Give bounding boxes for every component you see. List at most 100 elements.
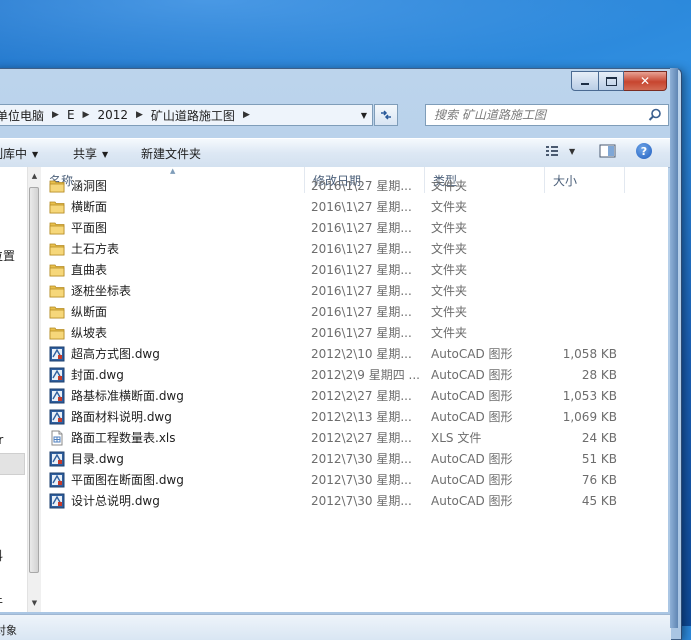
status-bar: 对象 — [0, 614, 671, 640]
file-row[interactable]: 路面材料说明.dwg 2012\2\13 星期... AutoCAD 图形 1,… — [41, 406, 668, 427]
breadcrumb-current-folder[interactable]: 矿山道路施工图 — [147, 107, 239, 124]
file-row[interactable]: 目录.dwg 2012\7\30 星期... AutoCAD 图形 51 KB — [41, 448, 668, 469]
chevron-down-icon[interactable]: ▼ — [569, 147, 575, 156]
file-date: 2016\1\27 星期... — [311, 263, 412, 277]
file-type: AutoCAD 图形 — [431, 452, 513, 466]
file-row[interactable]: 逐桩坐标表 2016\1\27 星期... 文件夹 — [41, 280, 668, 301]
file-size — [546, 303, 617, 320]
file-name-cell[interactable]: 路面材料说明.dwg — [49, 408, 172, 425]
file-name-cell[interactable]: 平面图在断面图.dwg — [49, 471, 184, 488]
file-row[interactable]: 设计总说明.dwg 2012\7\30 星期... AutoCAD 图形 45 … — [41, 490, 668, 511]
search-icon[interactable] — [648, 108, 662, 122]
address-bar[interactable]: 单位电脑 ▶ E ▶ 2012 ▶ 矿山道路施工图 ▶ ▼ — [0, 104, 373, 126]
file-date: 2016\1\27 星期... — [311, 305, 412, 319]
refresh-button[interactable] — [374, 104, 398, 126]
search-input[interactable] — [432, 107, 646, 123]
include-in-library-button[interactable]: 制库中 ▼ — [0, 145, 38, 162]
file-name-cell[interactable]: 封面.dwg — [49, 366, 124, 383]
folder-icon — [49, 220, 65, 236]
file-row[interactable]: 路基标准横断面.dwg 2012\2\27 星期... AutoCAD 图形 1… — [41, 385, 668, 406]
file-date: 2016\1\27 星期... — [311, 242, 412, 256]
share-button[interactable]: 共享 ▼ — [73, 145, 108, 162]
file-name-cell[interactable]: 路基标准横断面.dwg — [49, 387, 184, 404]
breadcrumb-separator-icon[interactable]: ▶ — [239, 110, 254, 120]
file-name-cell[interactable]: 设计总说明.dwg — [49, 492, 160, 509]
address-dropdown-icon[interactable]: ▼ — [356, 105, 372, 125]
file-name-cell[interactable]: 平面图 — [49, 219, 107, 236]
nav-pane-scrollbar[interactable]: ▲ ▼ — [27, 167, 41, 612]
file-size — [546, 282, 617, 299]
file-list: 名称 ▲ 修改日期 类型 大小 涵洞图 2016\1\27 星期... 文件夹 … — [41, 167, 668, 612]
file-date: 2012\7\30 星期... — [311, 452, 412, 466]
scrollbar-thumb[interactable] — [29, 187, 39, 573]
file-date: 2016\1\27 星期... — [311, 179, 412, 193]
file-name-cell[interactable]: 纵坡表 — [49, 324, 107, 341]
file-name-cell[interactable]: 涵洞图 — [49, 177, 107, 194]
file-date: 2016\1\27 星期... — [311, 284, 412, 298]
file-row[interactable]: 平面图 2016\1\27 星期... 文件夹 — [41, 217, 668, 238]
file-row[interactable]: 涵洞图 2016\1\27 星期... 文件夹 — [41, 175, 668, 196]
file-date: 2012\7\30 星期... — [311, 494, 412, 508]
scroll-down-icon[interactable]: ▼ — [28, 596, 41, 610]
file-name: 设计总说明.dwg — [71, 494, 160, 508]
file-name-cell[interactable]: 纵断面 — [49, 303, 107, 320]
file-name-cell[interactable]: 逐桩坐标表 — [49, 282, 131, 299]
breadcrumb-drive[interactable]: E — [63, 108, 79, 122]
file-row[interactable]: 纵坡表 2016\1\27 星期... 文件夹 — [41, 322, 668, 343]
folder-icon — [49, 262, 65, 278]
nav-item-fragment[interactable]: 位置 — [0, 247, 15, 264]
file-name-cell[interactable]: 直曲表 — [49, 261, 107, 278]
share-label: 共享 — [73, 147, 98, 161]
file-size: 51 KB — [581, 451, 617, 466]
breadcrumb-folder-2012[interactable]: 2012 — [93, 108, 132, 122]
file-row[interactable]: 平面图在断面图.dwg 2012\7\30 星期... AutoCAD 图形 7… — [41, 469, 668, 490]
file-name: 目录.dwg — [71, 452, 124, 466]
chevron-down-icon: ▼ — [32, 150, 39, 159]
file-row[interactable]: 土石方表 2016\1\27 星期... 文件夹 — [41, 238, 668, 259]
maximize-button[interactable] — [599, 71, 624, 91]
view-options-button[interactable]: ▼ — [545, 143, 575, 159]
breadcrumb-separator-icon[interactable]: ▶ — [79, 110, 94, 120]
folder-icon — [49, 325, 65, 341]
file-name: 纵断面 — [71, 305, 108, 319]
breadcrumb-computer[interactable]: 单位电脑 — [0, 107, 48, 124]
file-type: 文件夹 — [431, 221, 468, 235]
file-row[interactable]: 纵断面 2016\1\27 星期... 文件夹 — [41, 301, 668, 322]
file-date: 2012\2\9 星期四 ... — [311, 368, 420, 382]
explorer-window: ✕ 单位电脑 ▶ E ▶ 2012 ▶ 矿山道路施工图 ▶ ▼ 搜索 矿山道路施… — [0, 68, 682, 640]
file-date: 2012\7\30 星期... — [311, 473, 412, 487]
refresh-icon — [381, 110, 391, 120]
help-button[interactable]: ? — [636, 143, 652, 159]
scroll-up-icon[interactable]: ▲ — [28, 169, 41, 183]
folder-icon — [49, 283, 65, 299]
nav-selected-item[interactable] — [0, 453, 25, 475]
file-row[interactable]: 封面.dwg 2012\2\9 星期四 ... AutoCAD 图形 28 KB — [41, 364, 668, 385]
navigation-pane: 位置 or 料 牛 — [0, 167, 28, 612]
nav-item-fragment[interactable]: 牛 — [0, 593, 3, 610]
file-size: 76 KB — [581, 472, 617, 487]
breadcrumb-separator-icon[interactable]: ▶ — [132, 110, 147, 120]
nav-item-fragment[interactable]: 料 — [0, 547, 3, 564]
breadcrumb-separator-icon[interactable]: ▶ — [48, 110, 63, 120]
xls-file-icon — [49, 430, 65, 446]
file-name-cell[interactable]: 土石方表 — [49, 240, 119, 257]
minimize-button[interactable] — [571, 71, 599, 91]
file-name-cell[interactable]: 超高方式图.dwg — [49, 345, 160, 362]
preview-pane-button[interactable] — [599, 143, 617, 159]
sort-ascending-icon: ▲ — [170, 167, 176, 175]
file-row[interactable]: 超高方式图.dwg 2012\2\10 星期... AutoCAD 图形 1,0… — [41, 343, 668, 364]
file-date: 2012\2\27 星期... — [311, 431, 412, 445]
dwg-file-icon — [49, 409, 65, 425]
file-row[interactable]: 横断面 2016\1\27 星期... 文件夹 — [41, 196, 668, 217]
new-folder-button[interactable]: 新建文件夹 — [141, 145, 201, 162]
file-type: 文件夹 — [431, 263, 468, 277]
file-name-cell[interactable]: 路面工程数量表.xls — [49, 429, 176, 446]
file-name-cell[interactable]: 横断面 — [49, 198, 107, 215]
file-name: 超高方式图.dwg — [71, 347, 160, 361]
file-row[interactable]: 路面工程数量表.xls 2012\2\27 星期... XLS 文件 24 KB — [41, 427, 668, 448]
close-button[interactable]: ✕ — [624, 71, 667, 91]
file-row[interactable]: 直曲表 2016\1\27 星期... 文件夹 — [41, 259, 668, 280]
search-box[interactable] — [425, 104, 669, 126]
file-name-cell[interactable]: 目录.dwg — [49, 450, 124, 467]
nav-item-fragment[interactable]: or — [0, 433, 3, 447]
